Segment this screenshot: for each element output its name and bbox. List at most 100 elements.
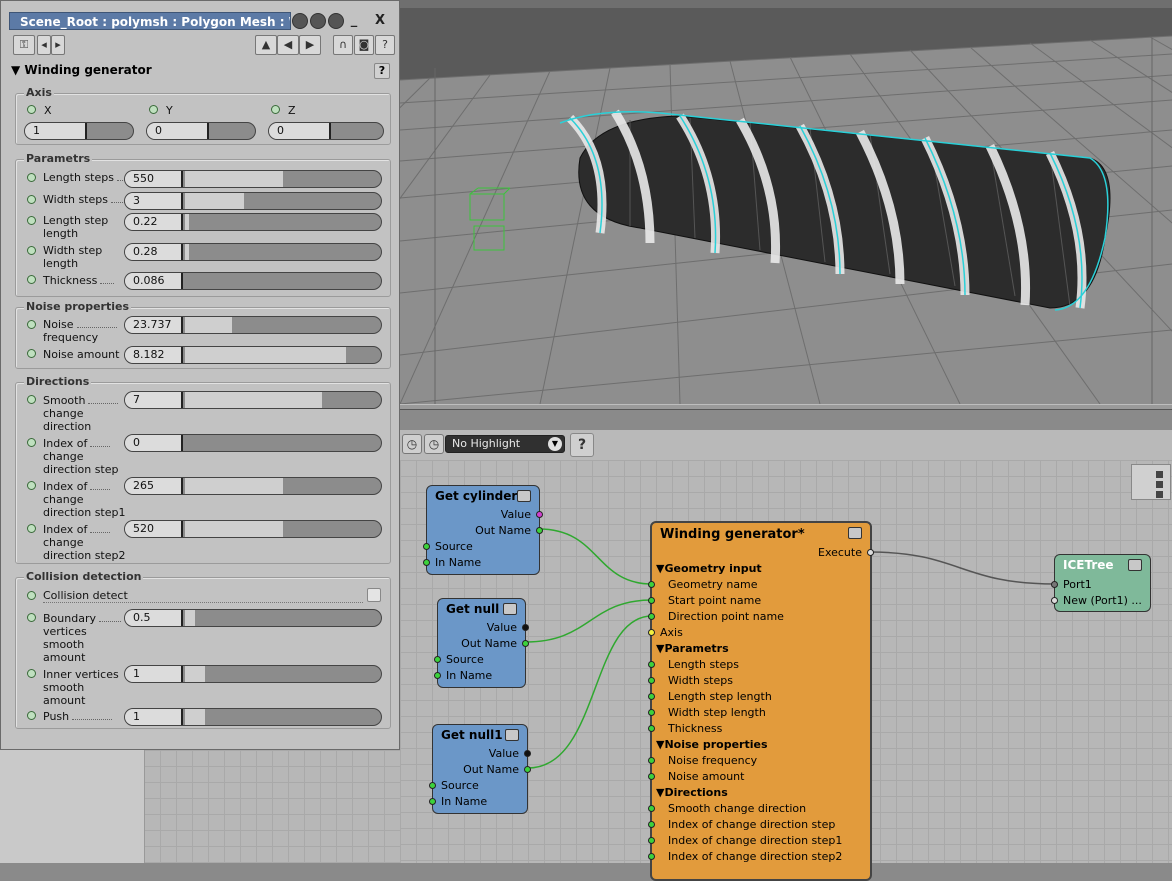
ppg-help-button[interactable]: ? — [375, 35, 395, 55]
length-steps-field[interactable]: 550 — [124, 170, 382, 188]
node-get-null[interactable]: Get null Value Out Name Source In Name — [434, 598, 529, 688]
node-menu-icon[interactable] — [503, 603, 517, 615]
inner-vertices-field[interactable]: 1 — [124, 665, 382, 683]
ice-tree-graph[interactable]: Get cylinder Value Out Name Source In Na… — [400, 460, 1172, 881]
animate-icon[interactable] — [27, 395, 36, 404]
port-pin[interactable] — [648, 709, 655, 716]
viewport-splitter[interactable] — [400, 404, 1172, 410]
port-pin[interactable] — [648, 629, 655, 636]
node-menu-icon[interactable] — [1128, 559, 1142, 571]
port-pin[interactable] — [524, 750, 531, 757]
port-pin[interactable] — [1051, 581, 1058, 588]
noise-amount-field[interactable]: 8.182 — [124, 346, 382, 364]
port-pin[interactable] — [522, 624, 529, 631]
window-title[interactable]: Scene_Root : polymsh : Polygon Mesh : Wi… — [9, 12, 291, 30]
port-pin[interactable] — [867, 549, 874, 556]
highlight-select[interactable]: No Highlight ▼ — [445, 435, 565, 453]
section-directions[interactable]: ▼Directions — [656, 786, 728, 799]
collision-detect-checkbox[interactable] — [367, 588, 381, 602]
port-pin[interactable] — [536, 527, 543, 534]
port-pin[interactable] — [434, 656, 441, 663]
animate-icon[interactable] — [27, 669, 36, 678]
section-help-button[interactable]: ? — [374, 63, 390, 79]
clock-icon[interactable]: ◷ — [402, 434, 422, 454]
port-pin[interactable] — [1051, 597, 1058, 604]
section-geometry-input[interactable]: ▼Geometry input — [656, 562, 762, 575]
graph-side-button[interactable] — [1131, 464, 1171, 500]
node-get-null1[interactable]: Get null1 Value Out Name Source In Name — [429, 724, 531, 814]
axis-y-field[interactable]: 0 — [146, 122, 256, 140]
width-steps-field[interactable]: 3 — [124, 192, 382, 210]
port-pin[interactable] — [423, 559, 430, 566]
push-field[interactable]: 1 — [124, 708, 382, 726]
axis-z-field[interactable]: 0 — [268, 122, 384, 140]
port-pin[interactable] — [524, 766, 531, 773]
length-step-length-field[interactable]: 0.22 — [124, 213, 382, 231]
port-pin[interactable] — [648, 677, 655, 684]
node-icetree[interactable]: ICETree Port1 New (Port1) ... — [1051, 554, 1151, 612]
animate-icon[interactable] — [27, 105, 36, 114]
animate-icon[interactable] — [27, 173, 36, 182]
port-pin[interactable] — [648, 853, 655, 860]
animate-icon[interactable] — [27, 481, 36, 490]
animate-icon[interactable] — [27, 613, 36, 622]
smooth-change-direction-field[interactable]: 7 — [124, 391, 382, 409]
port-pin[interactable] — [648, 581, 655, 588]
prev-arrow-icon[interactable]: ◂ — [37, 35, 51, 55]
close-button[interactable]: X — [370, 11, 390, 31]
right-arrow-icon[interactable]: ▶ — [299, 35, 321, 55]
animate-icon[interactable] — [27, 524, 36, 533]
animate-icon[interactable] — [27, 438, 36, 447]
port-pin[interactable] — [648, 597, 655, 604]
gear-clock-icon[interactable]: ◷ — [424, 434, 444, 454]
port-pin[interactable] — [429, 798, 436, 805]
port-pin[interactable] — [429, 782, 436, 789]
port-pin[interactable] — [648, 821, 655, 828]
animate-icon[interactable] — [27, 591, 36, 600]
port-pin[interactable] — [423, 543, 430, 550]
thickness-field[interactable]: 0.086 — [124, 272, 382, 290]
width-step-length-field[interactable]: 0.28 — [124, 243, 382, 261]
port-pin[interactable] — [648, 773, 655, 780]
animate-icon[interactable] — [27, 216, 36, 225]
port-pin[interactable] — [648, 837, 655, 844]
port-pin[interactable] — [434, 672, 441, 679]
noise-frequency-field[interactable]: 23.737 — [124, 316, 382, 334]
node-get-cylinder[interactable]: Get cylinder Value Out Name Source In Na… — [423, 485, 543, 575]
animate-icon[interactable] — [149, 105, 158, 114]
up-arrow-icon[interactable]: ▲ — [255, 35, 277, 55]
port-pin[interactable] — [648, 725, 655, 732]
section-noise-properties[interactable]: ▼Noise properties — [656, 738, 768, 751]
globe-icon[interactable] — [292, 13, 308, 29]
animate-icon[interactable] — [27, 195, 36, 204]
axis-x-field[interactable]: 1 — [24, 122, 134, 140]
left-arrow-icon[interactable]: ◀ — [277, 35, 299, 55]
port-pin[interactable] — [522, 640, 529, 647]
node-menu-icon[interactable] — [505, 729, 519, 741]
magnet-icon[interactable]: ∩ — [333, 35, 353, 55]
port-pin[interactable] — [648, 693, 655, 700]
animate-icon[interactable] — [27, 246, 36, 255]
scene-icon[interactable] — [310, 13, 326, 29]
animate-icon[interactable] — [27, 349, 36, 358]
3d-viewport[interactable] — [400, 8, 1172, 404]
minimize-button[interactable]: _ — [344, 11, 364, 31]
animate-icon[interactable] — [27, 275, 36, 284]
node-winding-generator[interactable]: Winding generator* Execute ▼Geometry inp… — [648, 521, 874, 881]
node-menu-icon[interactable] — [517, 490, 531, 502]
animate-icon[interactable] — [27, 320, 36, 329]
boundary-vertices-field[interactable]: 0.5 — [124, 609, 382, 627]
section-winding-generator[interactable]: ▼ Winding generator? — [11, 63, 394, 81]
section-parametrs[interactable]: ▼Parametrs — [656, 642, 729, 655]
animate-icon[interactable] — [27, 711, 36, 720]
key-icon[interactable]: ⚿ — [13, 35, 35, 55]
index-step2-field[interactable]: 520 — [124, 520, 382, 538]
animate-icon[interactable] — [271, 105, 280, 114]
index-step1-field[interactable]: 265 — [124, 477, 382, 495]
next-arrow-icon[interactable]: ▸ — [51, 35, 65, 55]
ice-help-button[interactable]: ? — [570, 433, 594, 457]
cup-icon[interactable]: ◙ — [354, 35, 374, 55]
node-menu-icon[interactable] — [848, 527, 862, 539]
port-pin[interactable] — [648, 805, 655, 812]
port-pin[interactable] — [536, 511, 543, 518]
